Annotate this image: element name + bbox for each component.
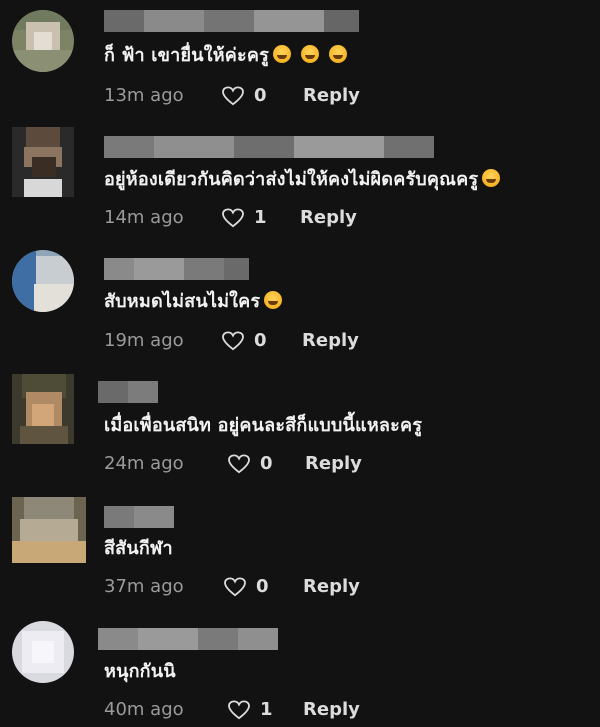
comment-text: หนุกกันนิ [104, 661, 176, 682]
heart-icon [228, 700, 250, 720]
like-count: 1 [260, 699, 273, 720]
comment-timestamp: 37m ago [104, 576, 184, 597]
reply-button[interactable]: Reply [303, 84, 360, 108]
like-button[interactable]: 1 [228, 698, 273, 722]
comment-timestamp: 40m ago [104, 699, 184, 720]
username-redacted [98, 628, 278, 650]
like-count: 0 [260, 453, 273, 474]
avatar[interactable] [12, 497, 86, 563]
laughing-emoji-icon [300, 45, 319, 63]
heart-icon [224, 577, 246, 597]
heart-icon [222, 208, 244, 228]
avatar[interactable] [12, 250, 74, 312]
reply-button[interactable]: Reply [305, 452, 362, 476]
like-button[interactable]: 0 [224, 575, 269, 599]
avatar[interactable] [12, 374, 74, 444]
username-redacted [104, 10, 359, 32]
avatar[interactable] [12, 10, 74, 72]
laughing-emoji-icon [482, 169, 501, 187]
comment-text: ก็ ฟ้า เขายื่นให้ค่ะครู [104, 44, 347, 68]
heart-icon [222, 331, 244, 351]
avatar[interactable] [12, 127, 74, 197]
reply-button[interactable]: Reply [300, 206, 357, 230]
like-button[interactable]: 0 [228, 452, 273, 476]
like-count: 0 [254, 330, 267, 351]
like-button[interactable]: 1 [222, 206, 267, 230]
username-redacted [104, 506, 174, 528]
like-count: 0 [254, 85, 267, 106]
avatar[interactable] [12, 621, 74, 683]
comment-timestamp: 13m ago [104, 85, 184, 106]
comment-text: สีสันกีฬา [104, 538, 173, 559]
comment-text: อยู่ห้องเดียวกันคิดว่าส่งไม่ให้คงไม่ผิดค… [104, 168, 501, 192]
comment-text: สับหมดไม่สนไม่ใคร [104, 290, 283, 314]
heart-icon [228, 454, 250, 474]
comment-timestamp: 14m ago [104, 207, 184, 228]
reply-button[interactable]: Reply [302, 329, 359, 353]
laughing-emoji-icon [272, 45, 291, 63]
heart-icon [222, 86, 244, 106]
comment-timestamp: 24m ago [104, 453, 184, 474]
like-count: 0 [256, 576, 269, 597]
reply-button[interactable]: Reply [303, 698, 360, 722]
smirk-emoji-icon [264, 291, 283, 309]
like-button[interactable]: 0 [222, 84, 267, 108]
like-button[interactable]: 0 [222, 329, 267, 353]
comment-text: เมื่อเพื่อนสนิท อยู่คนละสีก็แบบนี้แหละคร… [104, 415, 423, 436]
reply-button[interactable]: Reply [303, 575, 360, 599]
comment-timestamp: 19m ago [104, 330, 184, 351]
username-redacted [104, 258, 249, 280]
username-redacted [104, 136, 434, 158]
like-count: 1 [254, 207, 267, 228]
username-redacted [98, 381, 158, 403]
laughing-emoji-icon [328, 45, 347, 63]
